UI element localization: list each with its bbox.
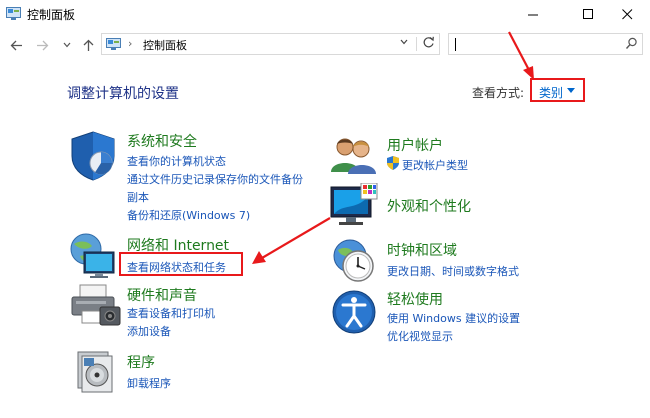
annotation-arrow-view-by	[508, 31, 534, 80]
annotation-arrow-network	[252, 217, 331, 264]
annotation-arrows	[252, 31, 534, 264]
